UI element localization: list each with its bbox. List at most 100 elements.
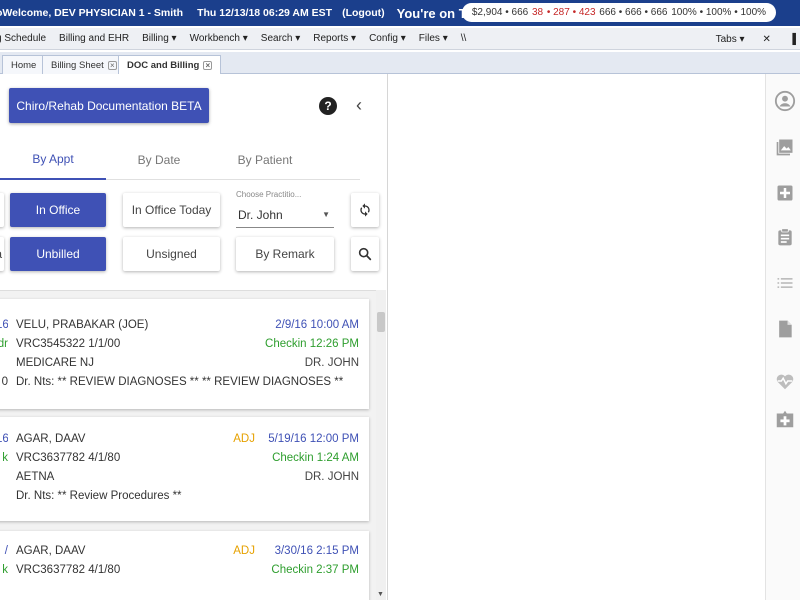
appointment-card[interactable]: / AGAR, DAAV ADJ 3/30/16 2:15 PM k VRC36… [0, 531, 369, 600]
close-icon[interactable]: ✕ [763, 34, 771, 45]
document-icon[interactable] [774, 318, 796, 340]
search-icon [358, 247, 372, 261]
menu-config[interactable]: Config ▾ [369, 33, 406, 44]
add-box-icon[interactable] [774, 182, 796, 204]
welcome-text: oWelcome, DEV PHYSICIAN 1 - Smith [0, 7, 184, 19]
refresh-button[interactable] [351, 193, 379, 227]
medical-kit-icon [776, 410, 794, 428]
clipboard-icon[interactable] [774, 226, 796, 248]
menu-bar: g Schedule Billing and EHR Billing ▾ Wor… [0, 28, 800, 50]
menu-reports[interactable]: Reports ▾ [313, 33, 356, 44]
insurance: MEDICARE NJ [16, 357, 94, 369]
card-edge-text: 16 [0, 319, 8, 331]
tab-by-date[interactable]: By Date [106, 140, 212, 180]
in-office-today-button[interactable]: In Office Today [123, 193, 220, 227]
practitioner-select-label: Choose Practitio... [236, 190, 302, 199]
appointment-card[interactable]: 16 VELU, PRABAKAR (JOE) 2/9/16 10:00 AM … [0, 299, 369, 409]
chevron-left-icon[interactable]: ‹ [356, 95, 362, 116]
menu-files[interactable]: Files ▾ [419, 33, 448, 44]
account-icon[interactable] [774, 90, 796, 112]
tab-home-label: Home [11, 59, 37, 71]
patient-name: VELU, PRABAKAR (JOE) [16, 319, 149, 331]
card-edge-text: dr [0, 338, 8, 350]
list-icon[interactable] [774, 272, 796, 294]
heart-pulse-icon[interactable] [774, 370, 796, 392]
stats-pill: $2,904 • 666 38 • 287 • 423 666 • 666 • … [462, 3, 776, 22]
tab-by-appt[interactable]: By Appt [0, 140, 106, 180]
stat-counts: 666 • 666 • 666 [599, 7, 668, 18]
checkin-time: Checkin 1:24 AM [272, 452, 359, 464]
tab-home[interactable]: Home [2, 55, 46, 74]
doctor-notes: Dr. Nts: ** REVIEW DIAGNOSES ** ** REVIE… [16, 376, 344, 388]
tab-doc-and-billing-label: DOC and Billing [127, 60, 200, 71]
list-scrollbar[interactable]: ▼ [376, 290, 386, 600]
stat-percentages: 100% • 100% • 100% [671, 7, 767, 18]
appointment-time: 2/9/16 10:00 AM [275, 319, 359, 331]
patient-id: VRC3637782 4/1/80 [16, 452, 121, 464]
adj-badge: ADJ [233, 433, 255, 445]
list-icon [777, 278, 793, 288]
checkin-time: Checkin 2:37 PM [271, 564, 359, 576]
scrollbar-thumb[interactable] [377, 312, 385, 332]
caret-down-icon: ▼ [322, 210, 330, 219]
menu-right-group: Tabs ▾ ✕ ▐ [716, 28, 800, 49]
unsigned-button[interactable]: Unsigned [123, 237, 220, 271]
appointment-card[interactable]: 16 AGAR, DAAV ADJ 5/19/16 12:00 PM k VRC… [0, 417, 369, 521]
heart-pulse-icon [776, 374, 794, 390]
medical-kit-icon[interactable] [774, 408, 796, 430]
doctor-name: DR. JOHN [304, 357, 359, 369]
appointment-time: 5/19/16 12:00 PM [268, 433, 359, 445]
tab-close-icon[interactable]: × [107, 60, 117, 70]
checkin-time: Checkin 12:26 PM [265, 338, 359, 350]
top-bar: oWelcome, DEV PHYSICIAN 1 - Smith Thu 12… [0, 0, 800, 26]
menu-tabs[interactable]: Tabs ▾ [716, 34, 745, 45]
practitioner-select[interactable]: Choose Practitio... Dr. John ▼ [236, 188, 334, 228]
add-box-icon [777, 185, 793, 201]
documentation-panel: Chiro/Rehab Documentation BETA ? ‹ By Ap… [0, 74, 388, 600]
tab-billing-sheet-label: Billing Sheet [51, 59, 104, 71]
insurance: AETNA [16, 471, 55, 483]
filter-button-clipped-2[interactable]: a [0, 237, 4, 271]
stat-revenue: $2,904 • 666 [471, 7, 529, 18]
tab-billing-sheet[interactable]: Billing Sheet × [42, 55, 126, 74]
filter-button-clipped-1[interactable] [0, 193, 4, 227]
datetime-text: Thu 12/13/18 06:29 AM EST [197, 7, 333, 19]
unbilled-button[interactable]: Unbilled [10, 237, 106, 271]
patient-name: AGAR, DAAV [16, 545, 86, 557]
search-button[interactable] [351, 237, 379, 271]
practitioner-select-value: Dr. John [238, 208, 283, 222]
refresh-icon [360, 203, 370, 217]
menu-workbench[interactable]: Workbench ▾ [190, 33, 248, 44]
image-icon[interactable] [774, 136, 796, 158]
menu-schedule[interactable]: g Schedule [0, 33, 46, 44]
document-icon [779, 320, 792, 338]
card-edge-text: 0 [1, 376, 8, 388]
scroll-down-icon[interactable]: ▼ [377, 591, 384, 598]
card-edge-text: / [4, 545, 8, 557]
menu-billing[interactable]: Billing ▾ [142, 33, 176, 44]
tab-bar: Home Billing Sheet × DOC and Billing × [0, 52, 800, 75]
doctor-name: DR. JOHN [304, 471, 359, 483]
appointment-time: 3/30/16 2:15 PM [274, 545, 359, 557]
logout-link[interactable]: (Logout) [342, 7, 385, 19]
in-office-button[interactable]: In Office [10, 193, 106, 227]
menu-billing-and-ehr[interactable]: Billing and EHR [59, 33, 129, 44]
menu-search[interactable]: Search ▾ [261, 33, 300, 44]
chiro-rehab-documentation-button[interactable]: Chiro/Rehab Documentation BETA [9, 88, 209, 123]
tab-doc-and-billing[interactable]: DOC and Billing × [118, 55, 222, 75]
card-edge-text: k [2, 564, 8, 576]
menu-more[interactable]: \\ [461, 33, 467, 44]
view-tabs: By Appt By Date By Patient [0, 140, 360, 180]
stat-red-count: 38 [531, 7, 544, 18]
tab-by-patient[interactable]: By Patient [212, 140, 318, 180]
right-icon-rail [765, 74, 800, 600]
panel-toggle-icon[interactable]: ▐ [789, 34, 796, 45]
image-icon [776, 139, 793, 156]
tab-close-icon[interactable]: × [203, 61, 213, 70]
clipboard-icon [778, 228, 792, 246]
by-remark-button[interactable]: By Remark [236, 237, 334, 271]
adj-badge: ADJ [233, 545, 255, 557]
help-icon[interactable]: ? [319, 97, 337, 115]
appointment-list: 16 VELU, PRABAKAR (JOE) 2/9/16 10:00 AM … [0, 290, 376, 600]
card-edge-text: 16 [0, 433, 8, 445]
